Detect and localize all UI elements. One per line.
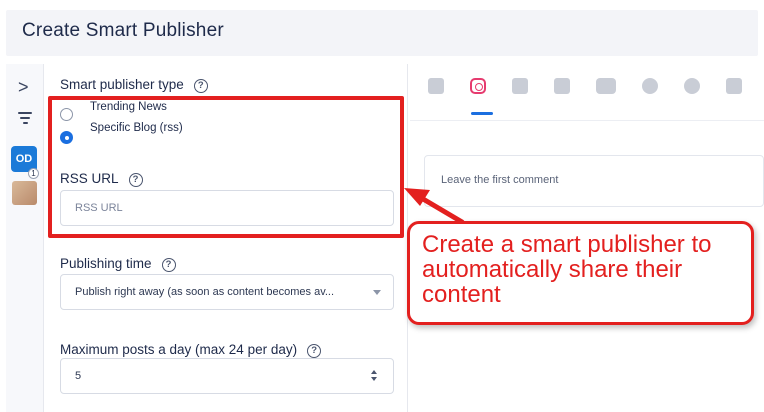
callout-text: Create a smart publisher to automaticall… bbox=[422, 231, 712, 308]
left-rail: > OD 1 bbox=[6, 64, 44, 412]
facebook-icon[interactable] bbox=[428, 78, 444, 94]
help-icon[interactable]: ? bbox=[161, 258, 176, 272]
publishing-time-label-text: Publishing time bbox=[60, 256, 152, 271]
publisher-type-label-text: Smart publisher type bbox=[60, 77, 184, 92]
chevron-down-icon bbox=[373, 290, 381, 295]
annotation-callout: Create a smart publisher to automaticall… bbox=[407, 221, 754, 325]
vimeo-icon[interactable] bbox=[726, 78, 742, 94]
annotation-highlight-box bbox=[48, 96, 404, 238]
first-comment-input[interactable]: Leave the first comment bbox=[424, 155, 764, 207]
account-count-badge: 1 bbox=[28, 168, 39, 179]
max-posts-label-text: Maximum posts a day (max 24 per day) bbox=[60, 342, 298, 357]
reddit-icon[interactable] bbox=[684, 78, 700, 94]
publishing-time-select[interactable]: Publish right away (as soon as content b… bbox=[60, 274, 394, 310]
publisher-type-label: Smart publisher type? bbox=[60, 77, 208, 93]
instagram-icon[interactable] bbox=[470, 78, 486, 94]
stepper-icon[interactable] bbox=[371, 369, 379, 383]
active-tab-indicator bbox=[471, 112, 493, 115]
youtube-icon[interactable] bbox=[596, 78, 616, 94]
filter-icon[interactable] bbox=[16, 112, 34, 126]
max-posts-label: Maximum posts a day (max 24 per day)? bbox=[60, 342, 322, 358]
page-title: Create Smart Publisher bbox=[22, 20, 224, 41]
help-icon[interactable]: ? bbox=[307, 344, 322, 358]
social-network-tabs bbox=[428, 78, 764, 94]
publishing-time-value: Publish right away (as soon as content b… bbox=[75, 286, 335, 298]
google-icon[interactable] bbox=[642, 78, 658, 94]
profile-photo-avatar[interactable] bbox=[12, 181, 37, 205]
max-posts-input[interactable]: 5 bbox=[60, 358, 394, 394]
first-comment-placeholder: Leave the first comment bbox=[441, 174, 559, 186]
publishing-time-label: Publishing time? bbox=[60, 256, 176, 272]
divider bbox=[410, 120, 764, 121]
help-icon[interactable]: ? bbox=[193, 79, 208, 93]
linkedin-icon[interactable] bbox=[512, 78, 528, 94]
chevron-right-icon[interactable]: > bbox=[18, 78, 29, 96]
page-header: Create Smart Publisher bbox=[6, 10, 758, 56]
twitter-icon[interactable] bbox=[554, 78, 570, 94]
max-posts-value: 5 bbox=[75, 370, 82, 382]
